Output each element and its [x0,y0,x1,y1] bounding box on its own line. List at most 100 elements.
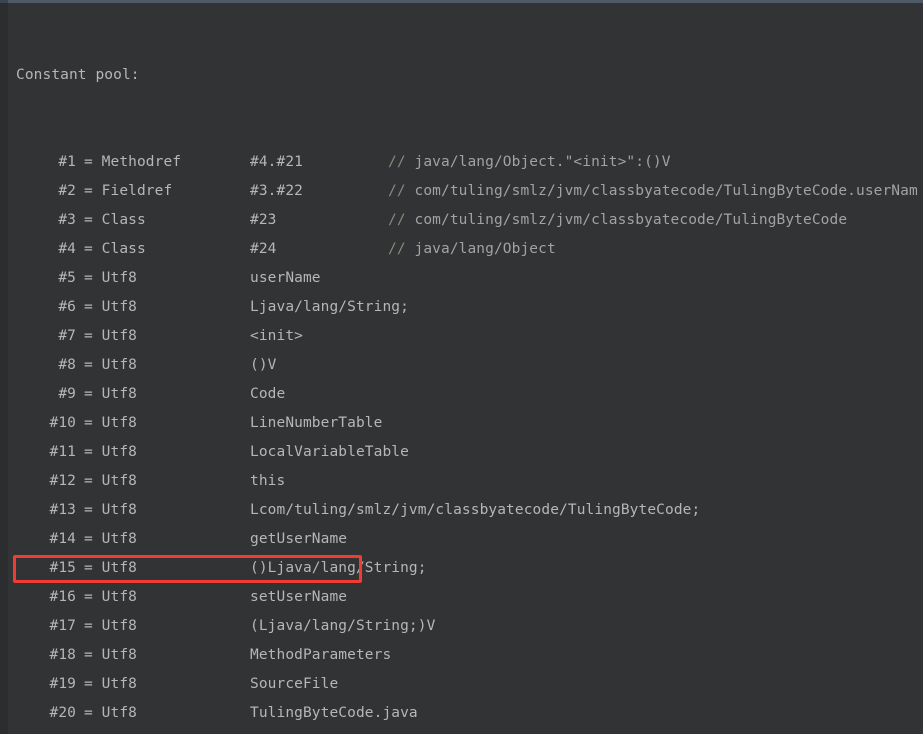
editor-gutter [0,3,8,734]
entry-value: #3.#22 [250,183,303,199]
entry-value: TulingByteCode.java [250,705,418,721]
entry-value: #7:#8 [250,728,294,734]
entry-value: SourceFile [250,676,339,692]
comment-text: java/lang/Object [414,241,556,257]
entry-value: setUserName [250,589,348,605]
entry-value: #4.#21 [250,154,303,170]
constant-pool-listing: Constant pool: #1 = Methodref #4.#21 // jav… [8,3,923,734]
entry-value: Code [250,386,286,402]
entry-value: Ljava/lang/String; [250,299,409,315]
entry-index: #10 [49,415,76,431]
entry-tag: = Utf8 [84,357,137,373]
entry-index: #19 [49,676,76,692]
entry-tag: = Fieldref [84,183,173,199]
constant-pool-entry[interactable]: #1 = Methodref #4.#21 // java/lang/Object."… [8,148,923,177]
entry-tag: = Utf8 [84,270,137,286]
entry-tag: = Utf8 [84,647,137,663]
entry-index: #13 [49,502,76,518]
entry-index: #3 [58,212,76,228]
constant-pool-entry[interactable]: #18 = Utf8 MethodParameters [8,641,923,670]
constant-pool-entry[interactable]: #15 = Utf8 ()Ljava/lang/String; [8,554,923,583]
comment-text: com/tuling/smlz/jvm/classbyatecode/Tulin… [414,183,918,199]
entry-tag: = NameAndType [84,728,199,734]
constant-pool-entry[interactable]: #2 = Fieldref #3.#22 // com/tuling/smlz/jvm… [8,177,923,206]
entry-tag: = Utf8 [84,473,137,489]
entry-tag: = Class [84,241,146,257]
constant-pool-entry[interactable]: #6 = Utf8 Ljava/lang/String; [8,293,923,322]
entry-tag: = Class [84,212,146,228]
entry-index: #20 [49,705,76,721]
entry-index: #18 [49,647,76,663]
comment-slashes: // [388,154,415,170]
constant-pool-entry[interactable]: #11 = Utf8 LocalVariableTable [8,438,923,467]
constant-pool-entry[interactable]: #7 = Utf8 <init> [8,322,923,351]
entry-value: this [250,473,286,489]
constant-pool-entry[interactable]: #8 = Utf8 ()V [8,351,923,380]
entry-index: #11 [49,444,76,460]
entry-value: <init> [250,328,303,344]
entry-tag: = Utf8 [84,676,137,692]
entry-tag: = Utf8 [84,531,137,547]
entry-tag: = Utf8 [84,705,137,721]
entry-index: #2 [58,183,76,199]
entry-value: userName [250,270,321,286]
comment-slashes: // [388,183,415,199]
entry-index: #1 [58,154,76,170]
constant-pool-heading: Constant pool: [16,67,140,83]
entry-tag: = Utf8 [84,560,137,576]
comment-text: java/lang/Object."<init>":()V [414,154,671,170]
comment-slashes: // [388,241,415,257]
entry-comment: // com/tuling/smlz/jvm/classbyatecode/Tu… [388,206,847,235]
constant-pool-entry[interactable]: #5 = Utf8 userName [8,264,923,293]
entry-tag: = Utf8 [84,415,137,431]
entry-index: #9 [58,386,76,402]
entry-tag: = Utf8 [84,328,137,344]
entry-tag: = Utf8 [84,299,137,315]
entry-tag: = Utf8 [84,589,137,605]
entry-value: #23 [250,212,277,228]
entry-comment: // "<init>":()V [388,728,520,734]
constant-pool-entry[interactable]: #12 = Utf8 this [8,467,923,496]
entry-tag: = Utf8 [84,444,137,460]
entry-index: #8 [58,357,76,373]
entry-index: #5 [58,270,76,286]
constant-pool-entry[interactable]: #4 = Class #24 // java/lang/Object [8,235,923,264]
entry-index: #4 [58,241,76,257]
entry-index: #6 [58,299,76,315]
comment-slashes: // [388,212,415,228]
constant-pool-entry[interactable]: #20 = Utf8 TulingByteCode.java [8,699,923,728]
constant-pool-entry[interactable]: #21 = NameAndType #7:#8 // "<init>":()V [8,728,923,734]
constant-pool-entry[interactable]: #3 = Class #23 // com/tuling/smlz/jvm/class… [8,206,923,235]
constant-pool-entry[interactable]: #13 = Utf8 Lcom/tuling/smlz/jvm/classbyate… [8,496,923,525]
entry-tag: = Utf8 [84,502,137,518]
entry-index: #14 [49,531,76,547]
constant-pool-entry[interactable]: #16 = Utf8 setUserName [8,583,923,612]
entry-index: #7 [58,328,76,344]
constant-pool-entry[interactable]: #9 = Utf8 Code [8,380,923,409]
constant-pool-entry[interactable]: #10 = Utf8 LineNumberTable [8,409,923,438]
entry-value: LineNumberTable [250,415,383,431]
entry-tag: = Utf8 [84,618,137,634]
entry-value: #24 [250,241,277,257]
entry-comment: // java/lang/Object [388,235,556,264]
comment-text: com/tuling/smlz/jvm/classbyatecode/Tulin… [414,212,848,228]
entry-tag: = Methodref [84,154,182,170]
code-surface[interactable]: Constant pool: #1 = Methodref #4.#21 // jav… [8,3,923,734]
entry-value: getUserName [250,531,348,547]
constant-pool-entry[interactable]: #14 = Utf8 getUserName [8,525,923,554]
entry-value: ()Ljava/lang/String; [250,560,427,576]
entry-index: #17 [49,618,76,634]
entry-index: #15 [49,560,76,576]
javap-output-screenshot: Constant pool: #1 = Methodref #4.#21 // jav… [0,0,923,734]
entry-value: MethodParameters [250,647,392,663]
constant-pool-entry[interactable]: #17 = Utf8 (Ljava/lang/String;)V [8,612,923,641]
entry-index: #16 [49,589,76,605]
entry-tag: = Utf8 [84,386,137,402]
entry-value: (Ljava/lang/String;)V [250,618,436,634]
entry-index: #12 [49,473,76,489]
entry-value: LocalVariableTable [250,444,409,460]
constant-pool-entry[interactable]: #19 = Utf8 SourceFile [8,670,923,699]
entry-index: #21 [16,728,76,734]
entry-value: Lcom/tuling/smlz/jvm/classbyatecode/Tuli… [250,502,701,518]
entry-comment: // java/lang/Object."<init>":()V [388,148,671,177]
